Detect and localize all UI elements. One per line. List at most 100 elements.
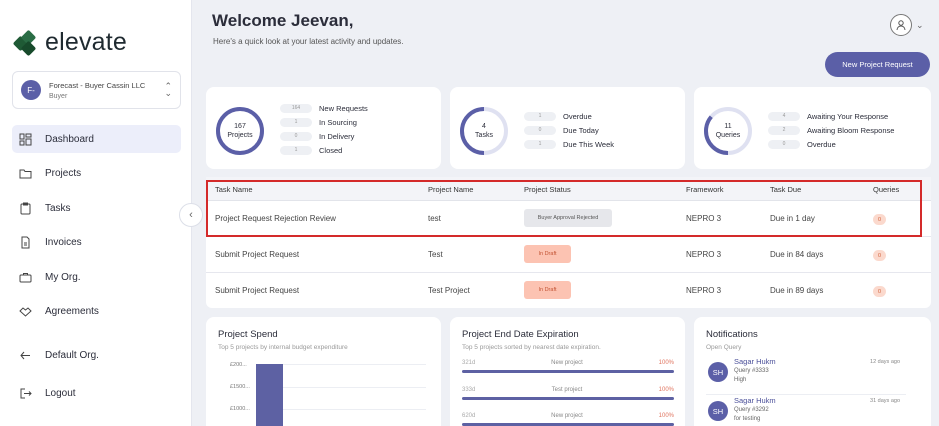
task-name: Submit Project Request (215, 250, 300, 259)
table-row[interactable]: Submit Project Request Test In Draft NEP… (206, 237, 931, 273)
stat-row[interactable]: 1 In Sourcing (280, 115, 368, 129)
queries-ring-label: 11 Queries (703, 106, 753, 156)
notification-detail: High (734, 377, 747, 383)
user-menu[interactable]: ⌄ (890, 14, 924, 36)
stat-label: New Requests (319, 103, 368, 113)
column-header[interactable]: Task Name (215, 185, 253, 194)
stat-value: 164 (280, 103, 312, 113)
bottom-nav: Default Org. Logout (12, 341, 181, 414)
stat-value: 1 (524, 111, 556, 121)
card-title: Project End Date Expiration (462, 329, 579, 340)
chart-bar[interactable] (256, 364, 283, 426)
nav-label: Default Org. (45, 349, 99, 361)
nav-label: Agreements (45, 306, 99, 317)
column-header[interactable]: Project Name (428, 185, 473, 194)
projects-ring-label: 167 Projects (215, 106, 265, 156)
stat-row[interactable]: 1 Closed (280, 143, 368, 157)
table-row[interactable]: Project Request Rejection Review test Bu… (206, 201, 931, 237)
stat-value: 1 (280, 117, 312, 127)
project-name: Test Project (428, 286, 470, 295)
stat-label: Closed (319, 145, 343, 155)
stat-row[interactable]: 4 Awaiting Your Response (768, 109, 894, 123)
nav-item-my-org[interactable]: My Org. (12, 263, 181, 291)
project-name: New project (551, 413, 583, 419)
queries-stat-card: 11 Queries 4 Awaiting Your Response 2 Awai… (694, 87, 931, 169)
percent: 100% (658, 413, 674, 419)
table-header: Task Name Project Name Project Status Fr… (206, 177, 931, 201)
notifications-card: Notifications Open Query SH Sagar Hukm Q… (694, 317, 931, 426)
column-header[interactable]: Task Due (770, 185, 801, 194)
expiration-row[interactable]: 620d New project 100% (462, 413, 674, 426)
org-avatar: F- (21, 80, 41, 100)
column-header[interactable]: Project Status (524, 185, 571, 194)
progress-fill (462, 370, 674, 373)
progress-track (462, 397, 674, 400)
nav-item-invoices[interactable]: Invoices (12, 229, 181, 257)
stat-row[interactable]: 0 Overdue (768, 137, 894, 151)
framework: NEPRO 3 (686, 214, 722, 223)
logo-mark-icon (12, 29, 37, 56)
tasks-ring-label: 4 Tasks (459, 106, 509, 156)
nav-label: Tasks (45, 202, 71, 214)
column-header[interactable]: Queries (873, 185, 899, 194)
progress-fill (462, 397, 674, 400)
nav-label: Projects (45, 168, 82, 179)
nav-item-default-org[interactable]: Default Org. (12, 341, 181, 369)
card-title: Notifications (706, 329, 758, 340)
expiration-row[interactable]: 333d Test project 100% (462, 387, 674, 400)
framework: NEPRO 3 (686, 286, 722, 295)
stat-row[interactable]: 164 New Requests (280, 101, 368, 115)
nav-item-logout[interactable]: Logout (12, 379, 181, 407)
folder-icon (18, 167, 32, 181)
chevron-left-icon: ‹ (189, 209, 193, 221)
nav-item-tasks[interactable]: Tasks (12, 194, 181, 222)
task-name: Submit Project Request (215, 286, 300, 295)
dashboard-icon (18, 132, 32, 146)
queries-badge: 0 (873, 214, 886, 225)
stat-label: Due Today (563, 125, 599, 135)
framework: NEPRO 3 (686, 250, 722, 259)
avatar: SH (708, 401, 728, 421)
stat-row[interactable]: 0 Due Today (524, 123, 614, 137)
brand-logo[interactable]: elevate (12, 28, 127, 57)
tasks-stat-card: 4 Tasks 1 Overdue 0 Due Today 1 Due This We… (450, 87, 685, 169)
stat-row[interactable]: 0 In Delivery (280, 129, 368, 143)
collapse-sidebar-button[interactable]: ‹ (179, 203, 203, 227)
nav-item-projects[interactable]: Projects (12, 160, 181, 188)
new-project-request-button[interactable]: New Project Request (825, 52, 930, 77)
nav-label: My Org. (45, 271, 81, 283)
tasks-breakdown: 1 Overdue 0 Due Today 1 Due This Week (524, 109, 614, 151)
stat-label: Due This Week (563, 139, 614, 149)
column-header[interactable]: Framework (686, 185, 724, 194)
stat-value: 0 (524, 125, 556, 135)
project-name: New project (551, 360, 583, 366)
stat-value: 4 (768, 111, 800, 121)
nav-item-agreements[interactable]: Agreements (12, 298, 181, 326)
stat-row[interactable]: 2 Awaiting Bloom Response (768, 123, 894, 137)
sidebar: elevate F- Forecast - Buyer Cassin LLC B… (0, 0, 192, 426)
projects-stat-card: 167 Projects 164 New Requests 1 In Sourcin… (206, 87, 441, 169)
stat-row[interactable]: 1 Due This Week (524, 137, 614, 151)
project-spend-card: Project Spend Top 5 projects by internal… (206, 317, 441, 426)
notification-query: Query #3292 (734, 407, 769, 413)
nav-item-dashboard[interactable]: Dashboard (12, 125, 181, 153)
project-name: test (428, 214, 441, 223)
briefcase-icon (18, 270, 32, 284)
notification-item[interactable]: SH Sagar Hukm Query #3333 High 12 days a… (706, 357, 906, 395)
expiration-row[interactable]: 321d New project 100% (462, 360, 674, 373)
notification-item[interactable]: SH Sagar Hukm Query #3292 for testing 31… (706, 396, 906, 426)
task-due: Due in 1 day (770, 214, 815, 223)
card-title: Project Spend (218, 329, 278, 340)
org-switcher[interactable]: F- Forecast - Buyer Cassin LLC Buyer ⌃ ⌄ (12, 71, 181, 109)
status-badge: In Draft (524, 281, 571, 299)
stat-row[interactable]: 1 Overdue (524, 109, 614, 123)
y-tick-label: £1500... (230, 384, 250, 390)
org-name: Forecast - Buyer Cassin LLC (49, 80, 146, 90)
user-avatar-icon (890, 14, 912, 36)
projects-breakdown: 164 New Requests 1 In Sourcing 0 In Deliver… (280, 101, 368, 157)
table-row[interactable]: Submit Project Request Test Project In D… (206, 273, 931, 309)
avatar: SH (708, 362, 728, 382)
page-title: Welcome Jeevan, (212, 11, 354, 30)
stat-value: 2 (768, 125, 800, 135)
chevron-down-icon: ⌄ (916, 19, 924, 30)
